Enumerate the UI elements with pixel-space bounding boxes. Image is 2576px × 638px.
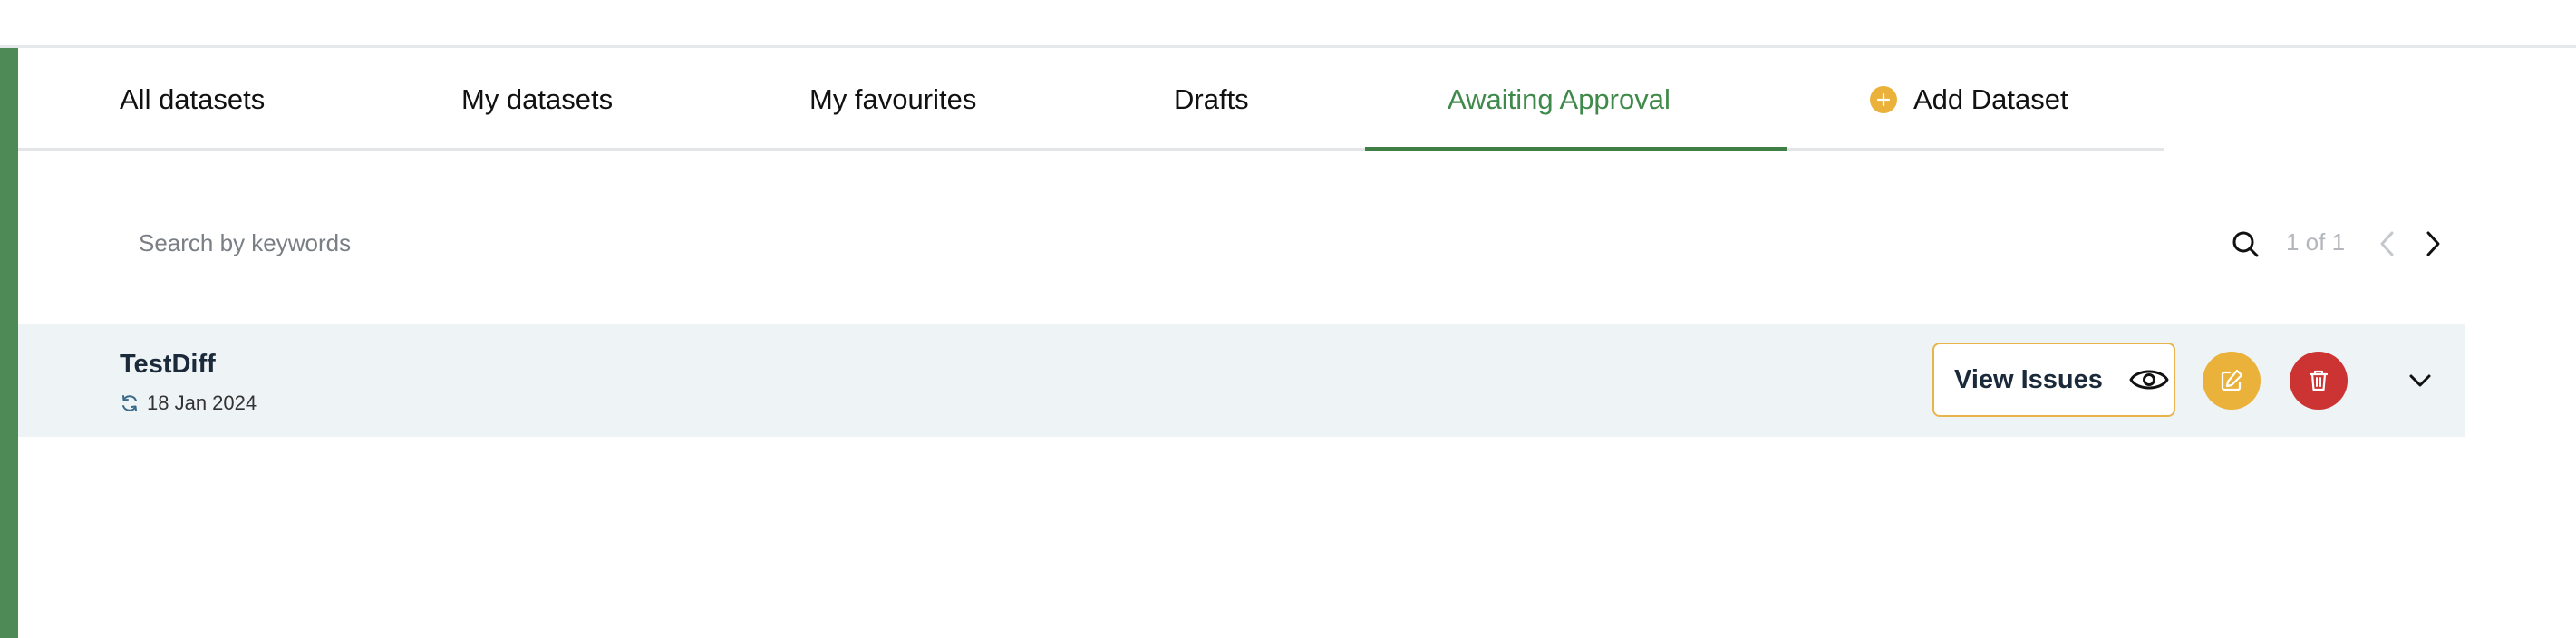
chevron-down-icon[interactable]: [2402, 364, 2438, 397]
edit-button[interactable]: [2203, 352, 2261, 410]
refresh-icon: [122, 395, 137, 411]
tab-drafts[interactable]: Drafts: [1174, 48, 1249, 151]
active-tab-indicator: [1365, 147, 1787, 151]
delete-button[interactable]: [2290, 352, 2348, 410]
add-dataset-button[interactable]: Add Dataset: [1870, 48, 2068, 151]
tab-all-datasets[interactable]: All datasets: [120, 48, 265, 151]
tab-my-datasets[interactable]: My datasets: [461, 48, 613, 151]
trash-icon: [2309, 370, 2329, 392]
dataset-date-text: 18 Jan 2024: [147, 392, 257, 414]
tab-awaiting-approval[interactable]: Awaiting Approval: [1448, 48, 1671, 151]
dataset-title[interactable]: TestDiff: [120, 350, 216, 380]
plus-circle-icon: [1870, 86, 1897, 113]
tab-label: My datasets: [461, 83, 614, 115]
chevron-right-icon[interactable]: [2420, 228, 2445, 259]
tab-label: Awaiting Approval: [1448, 83, 1671, 115]
pencil-icon: [2221, 369, 2243, 392]
tab-my-favourites[interactable]: My favourites: [809, 48, 976, 151]
eye-icon: [2129, 370, 2169, 390]
search-icon[interactable]: [2228, 227, 2264, 263]
tab-label: All datasets: [120, 83, 266, 115]
tab-bar: All datasets My datasets My favourites D…: [18, 48, 2164, 151]
tab-label: My favourites: [809, 83, 977, 115]
dataset-row[interactable]: TestDiff 18 Jan 2024 View Issues: [18, 324, 2465, 437]
view-issues-label: View Issues: [1954, 364, 2103, 394]
search-bar: 1 of 1: [18, 198, 2465, 288]
view-issues-button[interactable]: View Issues: [1932, 343, 2175, 417]
search-input[interactable]: [139, 216, 1498, 270]
tab-label: Drafts: [1174, 83, 1249, 115]
dataset-date: 18 Jan 2024: [120, 392, 257, 415]
tab-label: Add Dataset: [1913, 83, 2068, 115]
side-accent-bar: [0, 48, 18, 638]
page-count: 1 of 1: [2286, 228, 2346, 256]
chevron-left-icon[interactable]: [2375, 228, 2400, 259]
